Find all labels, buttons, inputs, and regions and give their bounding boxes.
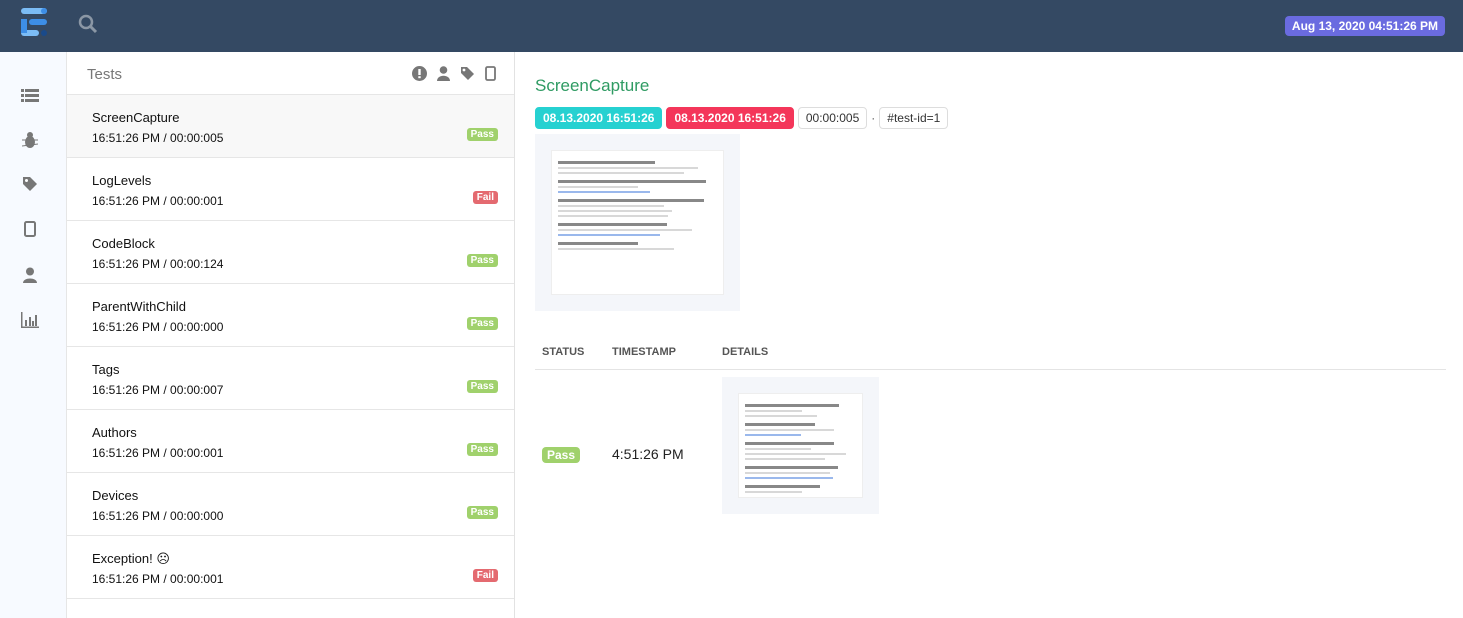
exclamation-icon[interactable] (412, 66, 427, 81)
test-list-item[interactable]: ParentWithChild 16:51:26 PM / 00:00:000 … (67, 284, 514, 347)
status-badge: Fail (473, 569, 498, 582)
test-list-item[interactable]: CodeBlock 16:51:26 PM / 00:00:124 Pass (67, 221, 514, 284)
screenshot-line (558, 172, 684, 174)
screenshot-line (745, 429, 834, 431)
separator: · (871, 111, 875, 125)
test-list-header: Tests (67, 52, 514, 95)
test-list-item[interactable]: Exception! ☹ 16:51:26 PM / 00:00:001 Fai… (67, 536, 514, 599)
status-badge: Pass (467, 128, 498, 141)
status-badge: Pass (467, 254, 498, 267)
test-detail-panel: ScreenCapture 08.13.2020 16:51:26 08.13.… (515, 52, 1463, 618)
test-time: 16:51:26 PM / 00:00:005 (92, 131, 223, 145)
status-badge: Pass (467, 443, 498, 456)
test-time: 16:51:26 PM / 00:00:001 (92, 446, 223, 460)
list-icon[interactable] (20, 86, 40, 106)
test-list-item[interactable]: Tags 16:51:26 PM / 00:00:007 Pass (67, 347, 514, 410)
duration-badge: 00:00:005 (798, 107, 867, 129)
log-status-badge: Pass (542, 447, 580, 463)
test-time: 16:51:26 PM / 00:00:001 (92, 194, 223, 208)
test-list-item[interactable]: ScreenCapture 16:51:26 PM / 00:00:005 Pa… (67, 95, 514, 158)
status-badge: Fail (473, 191, 498, 204)
screenshot-line (558, 161, 655, 164)
screenshot-line (558, 248, 674, 250)
details-column-header: DETAILS (722, 346, 768, 358)
screenshot-line (558, 234, 660, 236)
test-name: Exception! ☹ (92, 551, 170, 567)
screenshot-line (745, 458, 825, 460)
logo-icon (20, 8, 48, 42)
status-badge: Pass (467, 317, 498, 330)
screenshot-line (558, 242, 638, 245)
screenshot-thumbnail[interactable] (535, 134, 740, 311)
test-time: 16:51:26 PM / 00:00:001 (92, 572, 223, 586)
end-time-badge: 08.13.2020 16:51:26 (666, 107, 793, 129)
report-date-badge: Aug 13, 2020 04:51:26 PM (1285, 16, 1445, 36)
test-time: 16:51:26 PM / 00:00:124 (92, 257, 223, 271)
status-column-header: STATUS (542, 346, 584, 358)
screenshot-line (558, 229, 692, 231)
screenshot-line (745, 423, 815, 426)
tablet-icon[interactable] (485, 66, 496, 81)
test-name: Tags (92, 362, 119, 377)
tag-icon[interactable] (460, 66, 475, 81)
tag-icon[interactable] (20, 174, 40, 194)
screenshot-line (745, 448, 811, 450)
user-icon[interactable] (437, 66, 450, 81)
screenshot-line (558, 215, 668, 217)
screenshot-line (558, 186, 638, 188)
screenshot-image (738, 393, 863, 498)
test-name: LogLevels (92, 173, 151, 188)
screenshot-line (558, 205, 664, 207)
tablet-icon[interactable] (20, 219, 40, 239)
screenshot-line (745, 415, 817, 417)
screenshot-line (745, 434, 801, 436)
screenshot-line (745, 472, 830, 474)
log-screenshot-thumbnail[interactable] (722, 377, 879, 514)
screenshot-line (745, 477, 833, 479)
bar-chart-icon[interactable] (20, 310, 40, 330)
screenshot-line (745, 466, 838, 469)
test-list-item[interactable]: Devices 16:51:26 PM / 00:00:000 Pass (67, 473, 514, 536)
screenshot-line (558, 180, 706, 183)
search-icon[interactable] (78, 14, 98, 34)
log-timestamp: 4:51:26 PM (612, 446, 684, 462)
screenshot-line (745, 404, 839, 407)
test-title: ScreenCapture (535, 76, 649, 96)
screenshot-line (558, 210, 672, 212)
sidebar (0, 52, 67, 618)
status-badge: Pass (467, 506, 498, 519)
screenshot-image (551, 150, 724, 295)
screenshot-line (558, 223, 667, 226)
status-badge: Pass (467, 380, 498, 393)
test-list-item[interactable]: LogLevels 16:51:26 PM / 00:00:001 Fail (67, 158, 514, 221)
screenshot-line (745, 442, 834, 445)
test-list-item[interactable]: Authors 16:51:26 PM / 00:00:001 Pass (67, 410, 514, 473)
test-name: ParentWithChild (92, 299, 186, 314)
test-list-panel: Tests ScreenCapture 16:51:26 PM / 00:00:… (67, 52, 515, 618)
test-name: Authors (92, 425, 137, 440)
bug-icon[interactable] (20, 130, 40, 150)
test-id-badge: #test-id=1 (879, 107, 948, 129)
log-table-header: STATUS TIMESTAMP DETAILS (535, 342, 1446, 370)
timestamp-column-header: TIMESTAMP (612, 346, 676, 358)
test-time: 16:51:26 PM / 00:00:000 (92, 509, 223, 523)
test-name: CodeBlock (92, 236, 155, 251)
test-name: Devices (92, 488, 138, 503)
screenshot-line (558, 167, 698, 169)
screenshot-line (745, 410, 802, 412)
test-time: 16:51:26 PM / 00:00:007 (92, 383, 223, 397)
screenshot-line (745, 485, 820, 488)
test-list-title: Tests (87, 66, 122, 83)
screenshot-line (558, 199, 704, 202)
start-time-badge: 08.13.2020 16:51:26 (535, 107, 662, 129)
test-time: 16:51:26 PM / 00:00:000 (92, 320, 223, 334)
screenshot-line (745, 453, 846, 455)
user-icon[interactable] (20, 265, 40, 285)
test-name: ScreenCapture (92, 110, 179, 125)
screenshot-line (745, 491, 802, 493)
top-bar: Aug 13, 2020 04:51:26 PM (0, 0, 1463, 52)
screenshot-line (558, 191, 650, 193)
